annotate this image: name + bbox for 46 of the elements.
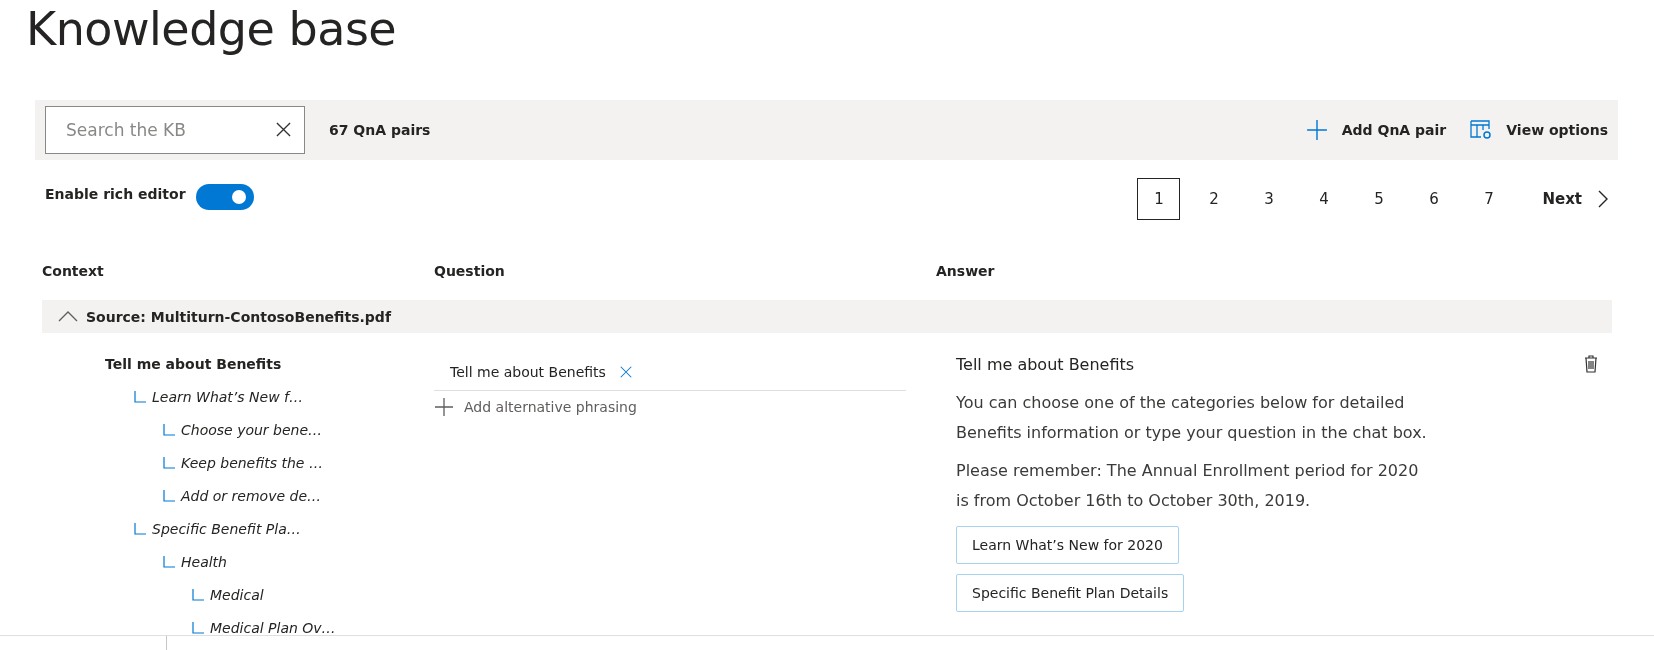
- context-item[interactable]: Medical Plan Ov…: [210, 619, 336, 635]
- plus-icon: [434, 397, 454, 417]
- context-item[interactable]: Tell me about Benefits: [105, 355, 282, 372]
- tree-branch-icon: [134, 390, 146, 403]
- prompt-button[interactable]: Learn What’s New for 2020: [956, 526, 1179, 564]
- tree-branch-icon: [163, 555, 175, 568]
- prompt-button[interactable]: Specific Benefit Plan Details: [956, 574, 1185, 612]
- answer-paragraph: Please remember: The Annual Enrollment period for 2020 is from October 16th to October 30th, 2019.: [956, 460, 1420, 512]
- context-item[interactable]: Choose your bene…: [181, 421, 323, 438]
- pair-count: 67 QnA pairs: [329, 122, 431, 138]
- page-title: Knowledge base: [25, 1, 398, 58]
- tree-branch-icon: [134, 522, 146, 535]
- tree-branch-icon: [192, 621, 204, 634]
- rich-editor-toggle[interactable]: [195, 184, 254, 210]
- context-item[interactable]: Add or remove de…: [181, 487, 321, 504]
- close-icon: [276, 122, 291, 137]
- context-item[interactable]: Learn What’s New f…: [152, 388, 303, 405]
- context-item[interactable]: Health: [181, 553, 227, 570]
- chevron-right-icon: [1598, 190, 1608, 208]
- column-header: Answer: [936, 262, 996, 279]
- add-phrasing-button[interactable]: Add alternative phrasing: [434, 391, 637, 417]
- trash-icon: [1584, 355, 1598, 373]
- tree-branch-icon: [192, 588, 204, 601]
- toggle-label: Enable rich editor: [45, 186, 186, 202]
- question-text: Tell me about Benefits: [450, 363, 606, 380]
- answer-heading: Tell me about Benefits: [956, 355, 1136, 374]
- column-header: Context: [42, 262, 105, 279]
- tree-branch-icon: [163, 423, 175, 436]
- delete-button[interactable]: [1584, 355, 1598, 375]
- next-button[interactable]: Next: [1536, 189, 1614, 209]
- context-item[interactable]: Keep benefits the …: [181, 454, 323, 471]
- view-options-button[interactable]: View options: [1470, 120, 1608, 140]
- context-item[interactable]: Medical: [210, 586, 264, 603]
- page-button[interactable]: 1: [1137, 178, 1181, 220]
- search-field[interactable]: Search the KB: [45, 106, 305, 154]
- context-item[interactable]: Specific Benefit Pla…: [152, 520, 301, 537]
- plus-icon: [1305, 119, 1328, 141]
- close-icon: [619, 365, 632, 378]
- table-settings-icon: [1470, 120, 1493, 140]
- add-pair-button[interactable]: Add QnA pair: [1305, 119, 1447, 141]
- answer-paragraph: You can choose one of the categories below for detailed Benefits information or type your question in the chat box.: [956, 392, 1428, 444]
- source-header[interactable]: Source: Multiturn-ContosoBenefits.pdf: [42, 300, 1612, 333]
- column-header: Question: [434, 262, 506, 279]
- tree-branch-icon: [163, 489, 175, 502]
- chevron-up-icon: [58, 311, 78, 322]
- tree-branch-icon: [163, 456, 175, 469]
